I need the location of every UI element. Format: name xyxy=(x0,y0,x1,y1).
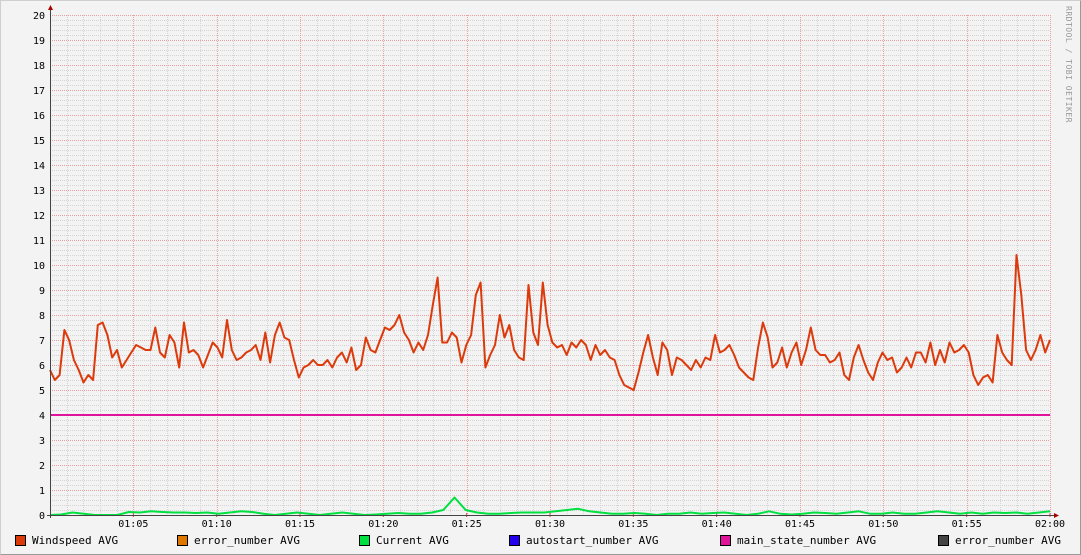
legend-swatch xyxy=(509,535,520,546)
legend-label: Current AVG xyxy=(376,534,449,547)
legend: Windspeed AVG error_number AVG Current AVG… xyxy=(0,534,1081,550)
x-tick-label: 01:20 xyxy=(368,519,398,530)
grid xyxy=(50,15,1051,516)
y-tick-label: 16 xyxy=(33,111,45,122)
y-tick-label: 4 xyxy=(39,411,45,422)
legend-label: autostart_number AVG xyxy=(526,534,659,547)
x-tick-label: 01:45 xyxy=(785,519,815,530)
x-tick-label: 01:50 xyxy=(868,519,898,530)
legend-item: error_number AVG xyxy=(938,534,1061,547)
y-axis-ticks: 01234567891011121314151617181920 xyxy=(33,11,45,522)
legend-item: main_state_number AVG xyxy=(720,534,876,547)
x-tick-label: 01:35 xyxy=(618,519,648,530)
x-tick-label: 02:00 xyxy=(1035,519,1065,530)
legend-swatch xyxy=(15,535,26,546)
legend-item: Current AVG xyxy=(359,534,449,547)
y-tick-label: 12 xyxy=(33,211,45,222)
y-tick-label: 8 xyxy=(39,311,45,322)
y-tick-label: 11 xyxy=(33,236,45,247)
y-tick-label: 6 xyxy=(39,361,45,372)
y-tick-label: 3 xyxy=(39,436,45,447)
x-tick-label: 01:15 xyxy=(285,519,315,530)
legend-item: autostart_number AVG xyxy=(509,534,658,547)
y-tick-label: 17 xyxy=(33,86,45,97)
x-tick-label: 01:30 xyxy=(535,519,565,530)
y-tick-label: 15 xyxy=(33,136,45,147)
y-tick-label: 9 xyxy=(39,286,45,297)
legend-label: error_number AVG xyxy=(194,534,300,547)
y-tick-label: 0 xyxy=(39,511,45,522)
x-tick-label: 01:40 xyxy=(702,519,732,530)
y-tick-label: 7 xyxy=(39,336,45,347)
x-tick-label: 01:10 xyxy=(202,519,232,530)
y-tick-label: 18 xyxy=(33,61,45,72)
legend-label: Windspeed AVG xyxy=(32,534,119,547)
legend-swatch xyxy=(359,535,370,546)
x-tick-label: 01:25 xyxy=(452,519,482,530)
x-tick-label: 01:55 xyxy=(952,519,982,530)
y-tick-label: 1 xyxy=(39,486,45,497)
x-tick-label: 01:05 xyxy=(118,519,148,530)
watermark: RRDTOOL / TOBI OETIKER xyxy=(1064,6,1073,123)
legend-swatch xyxy=(720,535,731,546)
y-tick-label: 14 xyxy=(33,161,45,172)
legend-label: error_number AVG xyxy=(955,534,1061,547)
axes xyxy=(47,5,1059,518)
legend-label: main_state_number AVG xyxy=(737,534,877,547)
legend-item: Windspeed AVG xyxy=(15,534,118,547)
y-tick-label: 19 xyxy=(33,36,45,47)
y-tick-label: 10 xyxy=(33,261,45,272)
legend-item: error_number AVG xyxy=(177,534,300,547)
y-axis-arrow xyxy=(48,5,53,10)
legend-swatch xyxy=(177,535,188,546)
y-tick-label: 5 xyxy=(39,386,45,397)
legend-swatch xyxy=(938,535,949,546)
y-tick-label: 20 xyxy=(33,11,45,22)
y-tick-label: 2 xyxy=(39,461,45,472)
y-tick-label: 13 xyxy=(33,186,45,197)
x-axis-arrow xyxy=(1054,513,1059,518)
line-chart: 01234567891011121314151617181920 01:05 01… xyxy=(33,5,1065,530)
